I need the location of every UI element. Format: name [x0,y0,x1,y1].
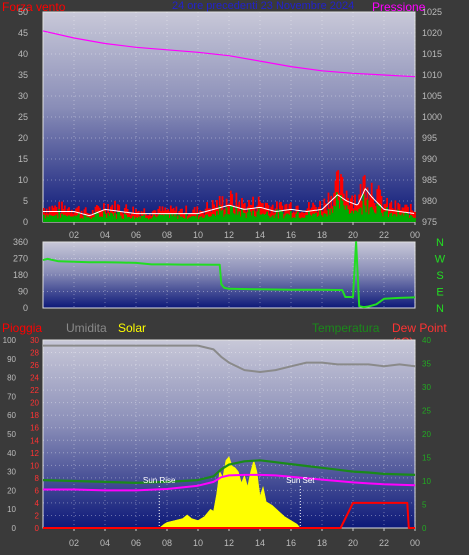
rain-axis-tick-label: 4 [35,499,40,508]
rain-axis-tick-label: 20 [30,399,39,408]
x-tick-label: 18 [317,230,327,240]
temperature-axis-tick-label: 25 [422,407,431,416]
compass-label: N [436,303,444,315]
humidity-axis-tick-label: 50 [7,430,16,439]
temperature-axis-tick-label: 30 [422,383,431,392]
x-tick-label: 00 [410,538,420,548]
compass-label: E [436,287,443,299]
humidity-axis-tick-label: 20 [7,486,16,495]
x-tick-label: 10 [193,538,203,548]
pressure-axis-tick-label: 1015 [422,49,442,59]
humidity-axis-tick-label: 0 [12,524,17,533]
rain-axis-tick-label: 14 [30,436,39,445]
direction-axis-tick-label: 360 [13,237,28,247]
wind-avg-bar [414,217,416,222]
x-tick-label: 04 [100,538,110,548]
rain-axis-tick-label: 2 [35,511,40,520]
rain-axis-tick-label: 16 [30,424,39,433]
x-tick-label: 22 [379,230,389,240]
humidity-axis-tick-label: 40 [7,449,16,458]
compass-label: S [436,270,443,282]
rain-axis-tick-label: 6 [35,486,40,495]
chart-canvas: 0510152025303540455097598098599099510001… [3,7,446,548]
temperature-axis-tick-label: 35 [422,360,431,369]
x-tick-label: 12 [224,538,234,548]
wind-axis-tick-label: 40 [18,49,28,59]
x-tick-label: 02 [69,230,79,240]
humidity-axis-tick-label: 90 [7,355,16,364]
wind-axis-tick-label: 35 [18,70,28,80]
sun-marker-label: Sun Rise [143,476,176,485]
x-tick-label: 06 [131,230,141,240]
pressure-axis-tick-label: 975 [422,217,437,227]
rain-axis-tick-label: 0 [35,524,40,533]
wind-axis-tick-label: 15 [18,154,28,164]
direction-axis-tick-label: 0 [23,303,28,313]
temperature-axis-tick-label: 40 [422,336,431,345]
sun-marker-label: Sun Set [286,476,315,485]
rain-axis-tick-label: 12 [30,449,39,458]
wind-axis-tick-label: 0 [23,217,28,227]
pressure-axis-tick-label: 1020 [422,28,442,38]
rain-axis-tick-label: 22 [30,386,39,395]
wind-axis-tick-label: 45 [18,28,28,38]
x-tick-label: 04 [100,230,110,240]
compass-label: N [436,237,444,249]
wind-axis-tick-label: 30 [18,91,28,101]
wind-axis-tick-label: 50 [18,7,28,17]
wind-axis-tick-label: 5 [23,196,28,206]
temperature-axis-tick-label: 15 [422,454,431,463]
x-tick-label: 08 [162,230,172,240]
humidity-axis-tick-label: 80 [7,374,16,383]
wind-axis-tick-label: 20 [18,133,28,143]
pressure-axis-tick-label: 1010 [422,70,442,80]
x-tick-label: 10 [193,230,203,240]
temperature-axis-tick-label: 0 [422,524,427,533]
humidity-axis-tick-label: 10 [7,505,16,514]
rain-axis-tick-label: 18 [30,411,39,420]
humidity-axis-tick-label: 70 [7,392,16,401]
pressure-axis-tick-label: 990 [422,154,437,164]
temperature-axis-tick-label: 10 [422,477,431,486]
x-tick-label: 16 [286,538,296,548]
x-tick-label: 14 [255,230,265,240]
compass-label: W [435,254,446,266]
x-tick-label: 08 [162,538,172,548]
rain-axis-tick-label: 26 [30,361,39,370]
direction-axis-tick-label: 180 [13,270,28,280]
x-tick-label: 12 [224,230,234,240]
x-tick-label: 16 [286,230,296,240]
x-tick-label: 22 [379,538,389,548]
pressure-axis-tick-label: 980 [422,196,437,206]
pressure-axis-tick-label: 1000 [422,112,442,122]
direction-axis-tick-label: 270 [13,254,28,264]
temperature-axis-tick-label: 20 [422,430,431,439]
wind-axis-tick-label: 25 [18,112,28,122]
x-tick-label: 14 [255,538,265,548]
rain-axis-tick-label: 24 [30,374,39,383]
rain-axis-tick-label: 28 [30,349,39,358]
wind-axis-tick-label: 10 [18,175,28,185]
x-tick-label: 20 [348,538,358,548]
weather-chart: Forza vento 24 ore precedenti 23 Novembr… [0,0,469,555]
x-tick-label: 06 [131,538,141,548]
pressure-axis-tick-label: 1005 [422,91,442,101]
x-tick-label: 18 [317,538,327,548]
x-tick-label: 02 [69,538,79,548]
x-tick-label: 00 [410,230,420,240]
rain-axis-tick-label: 10 [30,461,39,470]
humidity-axis-tick-label: 60 [7,411,16,420]
temperature-axis-tick-label: 5 [422,501,427,510]
pressure-axis-tick-label: 995 [422,133,437,143]
x-tick-label: 20 [348,230,358,240]
rain-axis-tick-label: 8 [35,474,40,483]
humidity-axis-tick-label: 100 [3,336,17,345]
pressure-axis-tick-label: 985 [422,175,437,185]
pressure-axis-tick-label: 1025 [422,7,442,17]
direction-axis-tick-label: 90 [18,287,28,297]
humidity-axis-tick-label: 30 [7,468,16,477]
rain-axis-tick-label: 30 [30,336,39,345]
